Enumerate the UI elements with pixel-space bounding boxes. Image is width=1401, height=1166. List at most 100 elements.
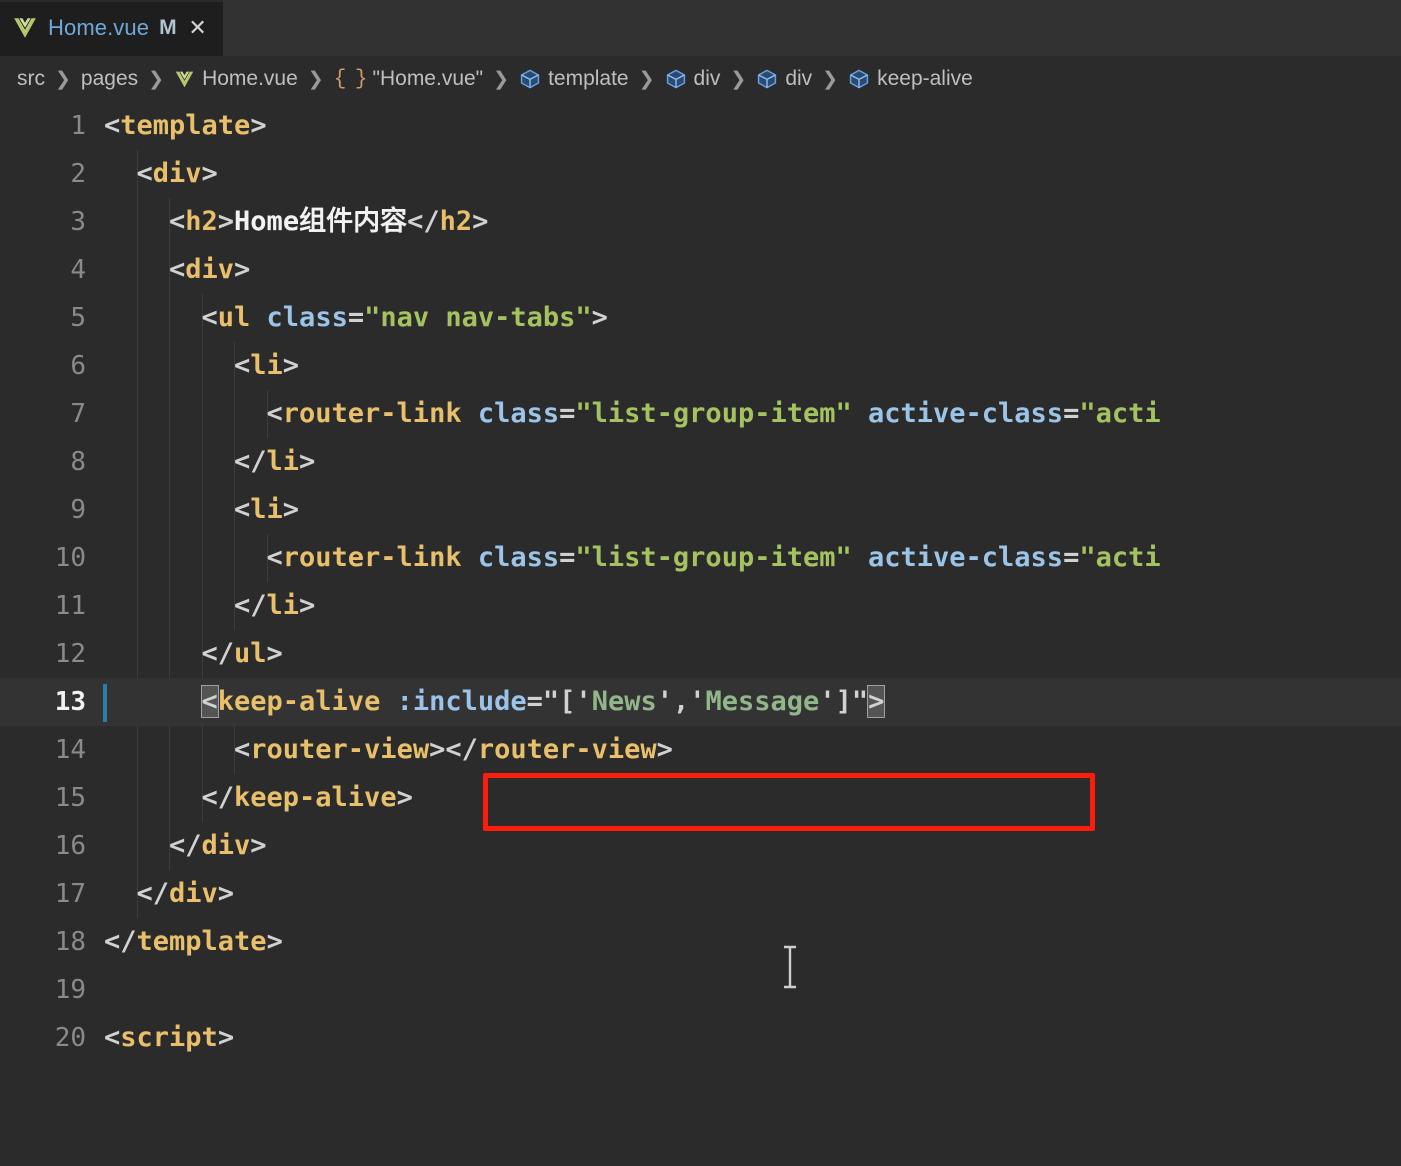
code-token: > [217,878,235,909]
breadcrumb-label: src [17,67,45,90]
vue-file-icon [174,69,195,90]
code-token: > [591,302,608,333]
code-text[interactable]: <div> [104,246,1401,294]
code-line[interactable]: 7 <router-link class="list-group-item" ac… [0,390,1401,438]
code-text[interactable]: <keep-alive :include="['News','Message']… [104,678,1401,726]
code-line[interactable]: 15 </keep-alive> [0,774,1401,822]
code-text[interactable]: <template> [104,102,1401,150]
code-token: div [185,254,235,285]
code-text[interactable]: </div> [104,822,1401,870]
line-number: 9 [70,495,86,525]
code-token: < [104,110,121,141]
line-number: 11 [54,591,86,621]
code-token: li [266,590,300,621]
code-line[interactable]: 8 </li> [0,438,1401,486]
code-text[interactable]: </keep-alive> [104,774,1401,822]
code-line-list[interactable]: 1 <template> 2 <div> 3 <h2>Home组件内容</h2> 4 <div… [0,102,1401,1062]
code-text[interactable]: <script> [104,1014,1401,1062]
line-number: 5 [70,303,86,333]
code-line[interactable]: 12 </ul> [0,630,1401,678]
code-line[interactable]: 5 <ul class="nav nav-tabs"> [0,294,1401,342]
code-text[interactable]: <li> [104,342,1401,390]
code-line[interactable]: 11 </li> [0,582,1401,630]
code-token: "acti [1079,398,1161,429]
line-number: 2 [70,159,86,189]
code-line[interactable]: 9 <li> [0,486,1401,534]
code-token: Home组件内容 [234,206,408,237]
code-token: active-class [868,398,1064,429]
code-token: > [282,350,300,381]
code-token: active-class [868,542,1064,573]
code-token: ' [575,686,592,717]
code-token: </ [407,206,440,237]
code-token: ' [656,686,673,717]
line-number: 6 [70,351,86,381]
code-editor[interactable]: 1 <template> 2 <div> 3 <h2>Home组件内容</h2> 4 <div… [0,102,1401,1166]
breadcrumb-item-pages[interactable]: pages [80,67,139,91]
code-token: keep-alive [234,782,397,813]
code-text[interactable]: <h2>Home组件内容</h2> [104,198,1401,246]
tab-home-vue[interactable]: Home.vue M ✕ [0,0,223,56]
breadcrumb-item-div-outer[interactable]: div [664,67,722,91]
breadcrumb-label: keep-alive [877,67,973,90]
breadcrumb-item-keep-alive[interactable]: keep-alive [847,67,974,91]
code-token: > [234,254,251,285]
cube-icon [848,68,870,90]
code-text[interactable]: <ul class="nav nav-tabs"> [104,294,1401,342]
code-line[interactable]: 16 </div> [0,822,1401,870]
code-token: ></ [429,734,478,765]
code-text[interactable]: <router-link class="list-group-item" act… [104,534,1401,582]
code-text[interactable]: </div> [104,870,1401,918]
code-text[interactable]: <li> [104,486,1401,534]
code-text[interactable]: <div> [104,150,1401,198]
breadcrumb-item-div-inner[interactable]: div [755,67,813,91]
code-line[interactable]: 13 <keep-alive :include="['News','Message… [0,678,1401,726]
breadcrumb-item-home-vue[interactable]: Home.vue [173,67,299,91]
breadcrumb-label: "Home.vue" [372,67,484,90]
code-line[interactable]: 2 <div> [0,150,1401,198]
code-token: div [152,158,202,189]
code-token: class [266,302,348,333]
breadcrumb-item-src[interactable]: src [16,67,46,91]
code-line[interactable]: 10 <router-link class="list-group-item" a… [0,534,1401,582]
code-line[interactable]: 3 <h2>Home组件内容</h2> [0,198,1401,246]
breadcrumb-label: Home.vue [202,67,298,90]
code-line[interactable]: 6 <li> [0,342,1401,390]
code-line[interactable]: 19 [0,966,1401,1014]
code-token: "[ [542,686,576,717]
code-token: > [266,638,283,669]
code-token: h2 [439,206,473,237]
code-token: "list-group-item" [575,542,852,573]
cube-icon [665,68,687,90]
code-token: keep-alive [217,686,381,717]
line-number: 20 [54,1023,86,1053]
code-line[interactable]: 17 </div> [0,870,1401,918]
code-text[interactable]: </template> [104,918,1401,966]
code-token: </ [201,638,235,669]
code-token: ]" [835,686,869,717]
code-text[interactable]: </li> [104,438,1401,486]
line-number: 19 [54,975,86,1005]
code-token: < [234,350,251,381]
breadcrumb-item-home-vue-symbol[interactable]: { } "Home.vue" [333,67,484,91]
code-line[interactable]: 4 <div> [0,246,1401,294]
code-token: router-view [250,734,430,765]
code-text[interactable]: </ul> [104,630,1401,678]
code-text[interactable]: <router-link class="list-group-item" act… [104,390,1401,438]
code-line[interactable]: 14 <router-view></router-view> [0,726,1401,774]
code-token: = [559,398,576,429]
breadcrumb-item-template[interactable]: template [518,67,630,91]
close-icon[interactable]: ✕ [187,17,209,39]
code-token: > [266,926,283,957]
code-token: h2 [185,206,218,237]
code-text[interactable]: </li> [104,582,1401,630]
code-line[interactable]: 1 <template> [0,102,1401,150]
code-line[interactable]: 20 <script> [0,1014,1401,1062]
code-text[interactable]: <router-view></router-view> [104,726,1401,774]
code-token: = [526,686,543,717]
code-line[interactable]: 18 </template> [0,918,1401,966]
code-token: template [136,926,267,957]
